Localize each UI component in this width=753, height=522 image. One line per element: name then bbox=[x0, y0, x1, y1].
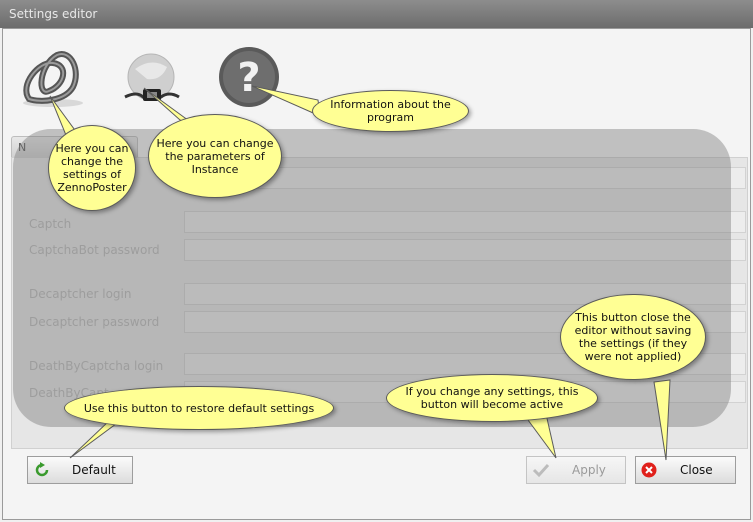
callout-close: This button close the editor without sav… bbox=[560, 294, 706, 380]
callout-zenno: Here you can change the settings of Zenn… bbox=[48, 125, 136, 211]
callout-info: Information about the program bbox=[312, 90, 469, 132]
callout-pointers bbox=[49, 85, 671, 461]
callout-apply: If you change any settings, this button … bbox=[386, 374, 598, 422]
callout-instance: Here you can change the parameters of In… bbox=[148, 114, 282, 198]
callout-default: Use this button to restore default setti… bbox=[64, 386, 334, 430]
